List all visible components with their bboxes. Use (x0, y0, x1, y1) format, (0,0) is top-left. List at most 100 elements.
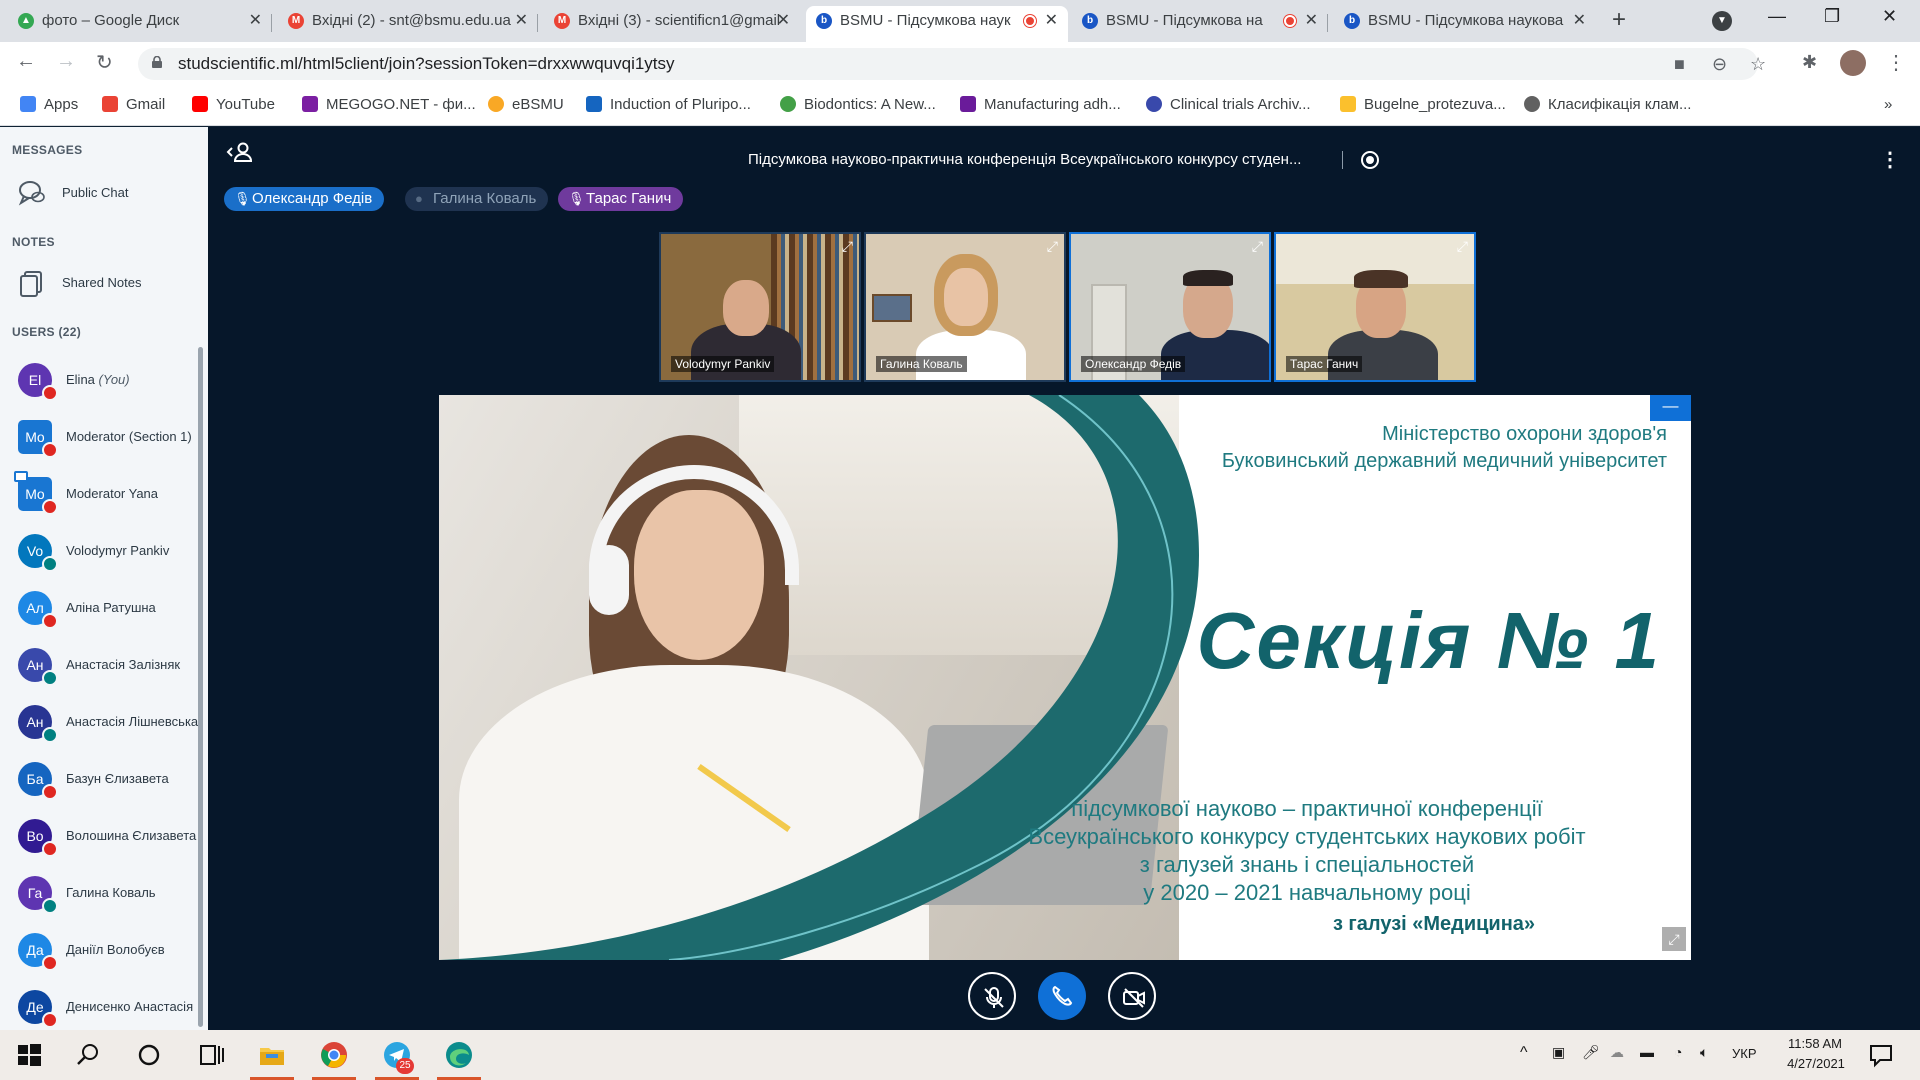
user-list-item[interactable]: Ба Базун Єлизавета (16, 756, 196, 804)
close-window-button[interactable]: ✕ (1882, 6, 1897, 27)
input-language[interactable]: УКР (1732, 1046, 1757, 1061)
shared-notes-item[interactable]: Shared Notes (16, 263, 196, 303)
microphone-tray-icon[interactable]: 🎤︎ (1582, 1044, 1600, 1061)
clock-time[interactable]: 11:58 AM (1780, 1036, 1850, 1051)
bookmark-classification[interactable]: Класифікація клам... (1524, 96, 1691, 113)
url-text: studscientific.ml/html5client/join?sessi… (178, 54, 675, 73)
options-menu-icon[interactable]: ⋮ (1880, 147, 1900, 172)
more-bookmarks-icon[interactable]: » (1884, 96, 1892, 113)
close-icon[interactable]: ✕ (249, 6, 262, 36)
user-list-item[interactable]: Га Галина Коваль (16, 870, 196, 918)
task-view-icon[interactable] (196, 1040, 226, 1070)
close-icon[interactable]: ✕ (1305, 6, 1318, 36)
user-list-scrollbar[interactable] (198, 347, 203, 1027)
reload-button[interactable]: ↻ (96, 50, 113, 75)
close-icon[interactable]: ✕ (1573, 6, 1586, 36)
browser-tab[interactable]: M Вхідні (2) - snt@bsmu.edu.ua ✕ (278, 6, 538, 42)
clock-date[interactable]: 4/27/2021 (1776, 1056, 1856, 1071)
meet-now-icon[interactable]: ▣ (1552, 1044, 1565, 1061)
browser-tab[interactable]: ▲ фото – Google Диск ✕ (8, 6, 272, 42)
file-explorer-icon[interactable] (257, 1040, 287, 1070)
profile-avatar[interactable] (1840, 50, 1866, 76)
toggle-userlist-button[interactable] (226, 141, 256, 163)
share-webcam-button[interactable] (1108, 972, 1156, 1020)
bookmark-biodontics[interactable]: Biodontics: A New... (780, 96, 936, 113)
unmute-microphone-button[interactable] (968, 972, 1016, 1020)
video-tile-name[interactable]: Галина Коваль (876, 356, 967, 372)
video-tile-name[interactable]: Олександр Федів (1081, 356, 1186, 372)
fullscreen-icon[interactable]: ⤢ (842, 238, 853, 255)
user-list-item[interactable]: Де Денисенко Анастасія (16, 984, 196, 1030)
notifications-icon[interactable] (1866, 1040, 1896, 1070)
bookmark-clinical-trials[interactable]: Clinical trials Archiv... (1146, 96, 1311, 113)
bookmark-manufacturing[interactable]: Manufacturing adh... (960, 96, 1121, 113)
talking-indicator[interactable]: ● Галина Коваль (405, 187, 549, 211)
back-button[interactable]: ← (16, 50, 36, 73)
bookmark-induction[interactable]: Induction of Pluripo... (586, 96, 751, 113)
user-list-item[interactable]: Ан Анастасія Лішневська (16, 699, 198, 747)
user-list-item[interactable]: Vo Volodymyr Pankiv (16, 528, 196, 576)
public-chat-item[interactable]: Public Chat (16, 173, 196, 213)
video-tile[interactable]: ⤢ Галина Коваль (864, 232, 1066, 382)
recording-status-icon[interactable] (1361, 151, 1379, 169)
browser-tab[interactable]: b BSMU - Підсумкова наукова ✕ (1334, 6, 1596, 42)
user-name-text: Волошина Єлизавета (66, 828, 197, 843)
battery-icon[interactable]: ▬ (1640, 1044, 1654, 1060)
restore-button[interactable]: ❐ (1824, 6, 1840, 27)
chrome-icon[interactable] (319, 1040, 349, 1070)
cortana-icon[interactable] (134, 1040, 164, 1070)
recording-indicator-icon (1024, 15, 1036, 27)
talking-indicator[interactable]: 🎙 Тарас Ганич (558, 187, 684, 211)
address-bar[interactable]: studscientific.ml/html5client/join?sessi… (138, 48, 1766, 80)
video-tile[interactable]: ⤢ Volodymyr Pankiv (659, 232, 861, 382)
fullscreen-icon[interactable]: ⤢ (1047, 238, 1058, 255)
bookmark-megogo[interactable]: MEGOGO.NET - фи... (302, 96, 476, 113)
close-icon[interactable]: ✕ (1045, 6, 1058, 36)
user-list-item[interactable]: Ал Аліна Ратушна (16, 585, 196, 633)
user-list-item[interactable]: El Elina (You) (16, 357, 196, 405)
browser-menu-icon[interactable]: ⋮ (1886, 50, 1906, 75)
bookmark-apps[interactable]: Apps (20, 96, 78, 113)
conference-description: підсумкової науково – практичної конфере… (947, 795, 1667, 907)
bookmark-bugelne[interactable]: Bugelne_protezuva... (1340, 96, 1506, 113)
fullscreen-icon[interactable]: ⤢ (1252, 238, 1263, 255)
extensions-icon[interactable]: ✱ (1802, 52, 1817, 73)
fullscreen-icon[interactable]: ⤢ (1457, 238, 1468, 255)
user-list-item[interactable]: Да Даніїл Волобуєв (16, 927, 196, 975)
onedrive-icon[interactable]: ☁ (1610, 1044, 1624, 1061)
browser-tab-active[interactable]: b BSMU - Підсумкова наук ✕ (806, 6, 1068, 42)
camera-in-use-icon[interactable]: ■ (1674, 54, 1685, 75)
close-icon[interactable]: ✕ (777, 6, 790, 36)
edge-icon[interactable] (444, 1040, 474, 1070)
video-tile-name[interactable]: Volodymyr Pankiv (671, 356, 775, 372)
video-tile-name[interactable]: Тарас Ганич (1286, 356, 1363, 372)
search-icon[interactable] (74, 1040, 104, 1070)
bookmark-star-icon[interactable]: ☆ (1750, 54, 1766, 75)
leave-audio-button[interactable] (1038, 972, 1086, 1020)
user-list-item[interactable]: Mo Moderator Yana (14, 471, 196, 519)
video-tile-active-speaker[interactable]: ⤢ Олександр Федів (1069, 232, 1271, 382)
user-list-item[interactable]: Mo Moderator (Section 1) (16, 414, 196, 462)
forward-button[interactable]: → (56, 50, 76, 73)
bookmark-youtube[interactable]: YouTube (192, 96, 275, 113)
new-tab-button[interactable]: + (1612, 6, 1626, 34)
minimize-presentation-button[interactable]: — (1650, 395, 1691, 421)
browser-tab[interactable]: M Вхідні (3) - scientificn1@gmail ✕ (544, 6, 800, 42)
talking-indicator[interactable]: 🎙 Олександр Федів (224, 187, 385, 211)
fullscreen-presentation-icon[interactable]: ⤢ (1662, 927, 1686, 951)
bookmark-gmail[interactable]: Gmail (102, 96, 165, 113)
show-hidden-icons[interactable]: ^ (1520, 1044, 1528, 1062)
minimize-button[interactable]: — (1768, 6, 1786, 27)
windows-start-icon[interactable] (14, 1040, 44, 1070)
tab-search-icon[interactable]: ▼ (1712, 11, 1732, 31)
volume-icon[interactable]: 🔈︎ (1700, 1044, 1708, 1061)
video-tile-active-speaker[interactable]: ⤢ Тарас Ганич (1274, 232, 1476, 382)
presentation-slide[interactable]: — Міністерство охорони здоров'я Буковинс… (439, 395, 1691, 960)
wifi-icon[interactable]: ◔ (1674, 1044, 1682, 1060)
bookmark-ebsmu[interactable]: eBSMU (488, 96, 564, 113)
zoom-icon[interactable]: ⊖ (1712, 54, 1727, 75)
close-icon[interactable]: ✕ (515, 6, 528, 36)
browser-tab[interactable]: b BSMU - Підсумкова на ✕ (1072, 6, 1328, 42)
user-list-item[interactable]: Ан Анастасія Залізняк (16, 642, 196, 690)
user-list-item[interactable]: Во Волошина Єлизавета (16, 813, 196, 861)
